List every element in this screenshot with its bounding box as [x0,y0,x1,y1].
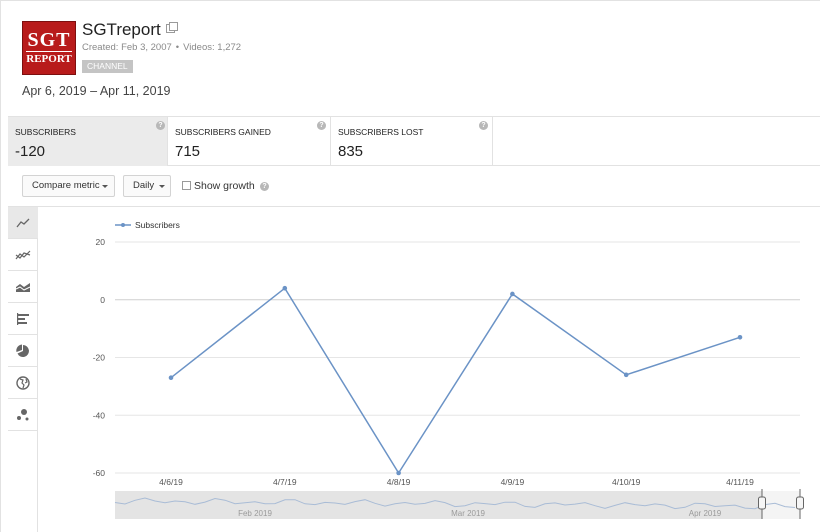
help-icon[interactable]: ? [156,121,165,130]
x-tick-label: 4/10/19 [612,477,641,487]
metric-tab-subscribers-gained[interactable]: SUBSCRIBERS GAINED 715 ? [168,117,331,166]
metric-label: SUBSCRIBERS [15,127,76,137]
navigator-handle[interactable] [758,496,766,510]
y-tick-label: -60 [93,468,106,478]
navigator-label: Feb 2019 [238,509,272,518]
globe-map-icon[interactable] [8,367,38,399]
navigator-label: Apr 2019 [689,509,722,518]
x-tick-label: 4/11/19 [726,477,754,487]
line-chart-icon[interactable] [8,207,38,239]
chevron-down-icon [159,185,165,188]
metric-label: SUBSCRIBERS GAINED [175,127,271,137]
metric-tabs: SUBSCRIBERS -120 ? SUBSCRIBERS GAINED 71… [8,116,820,166]
x-tick-label: 4/9/19 [501,477,525,487]
legend-marker [121,223,125,227]
y-tick-label: 0 [100,295,105,305]
interval-label: Daily [133,180,155,191]
x-tick-label: 4/6/19 [159,477,183,487]
compare-metric-label: Compare metric [32,180,100,191]
bar-chart-icon[interactable] [8,303,38,335]
frame-left-border [0,0,8,532]
data-point [510,291,515,297]
metric-value: 835 [338,143,364,160]
multi-line-chart-icon[interactable] [8,239,38,271]
bubble-chart-icon[interactable] [8,399,38,431]
y-tick-label: -20 [93,353,106,363]
x-tick-label: 4/7/19 [273,477,297,487]
logo-text-bottom: REPORT [26,51,72,65]
navigator-handle[interactable] [796,496,804,510]
channel-logo: SGT REPORT [22,21,76,75]
legend-label: Subscribers [135,220,180,230]
stacked-area-chart-icon[interactable] [8,271,38,303]
data-point [737,334,743,340]
data-point [282,285,288,291]
y-tick-label: 20 [96,237,106,247]
metric-tab-subscribers[interactable]: SUBSCRIBERS -120 ? [8,117,168,166]
metric-label: SUBSCRIBERS LOST [338,127,424,137]
data-point [623,372,629,378]
x-tick-label: 4/8/19 [387,477,411,487]
channel-title[interactable]: SGTreport [82,20,161,40]
show-growth-label[interactable]: Show growth [194,180,255,192]
navigator-label: Mar 2019 [451,509,485,518]
chart-type-toolbar [8,207,38,532]
channel-meta: Created: Feb 3, 2007 • Videos: 1,272 [82,42,242,53]
channel-badge: CHANNEL [82,60,133,73]
data-point [168,375,174,381]
data-point [396,470,401,476]
date-range: Apr 6, 2019 – Apr 11, 2019 [22,84,171,98]
frame-top-border [0,0,820,5]
metric-value: -120 [15,143,46,160]
pie-chart-icon[interactable] [8,335,38,367]
external-link-icon[interactable] [166,22,178,33]
show-growth-checkbox[interactable] [182,181,191,190]
help-icon[interactable]: ? [260,182,269,191]
interval-dropdown[interactable]: Daily [123,175,171,197]
chevron-down-icon [102,185,108,188]
metric-value: 715 [175,143,201,160]
help-icon[interactable]: ? [479,121,488,130]
logo-text-top: SGT [27,29,71,51]
metric-tab-subscribers-lost[interactable]: SUBSCRIBERS LOST 835 ? [331,117,493,166]
video-count: Videos: 1,272 [183,42,242,53]
y-tick-label: -40 [93,410,106,420]
created-date: Created: Feb 3, 2007 [82,42,172,53]
compare-metric-button[interactable]: Compare metric [22,175,115,197]
help-icon[interactable]: ? [317,121,326,130]
series-line [170,287,741,475]
subscribers-line-chart: 20 0 -20 -40 -60 4/6/19 4/7/19 4/8/19 4/9/19 4/10… [93,220,804,519]
